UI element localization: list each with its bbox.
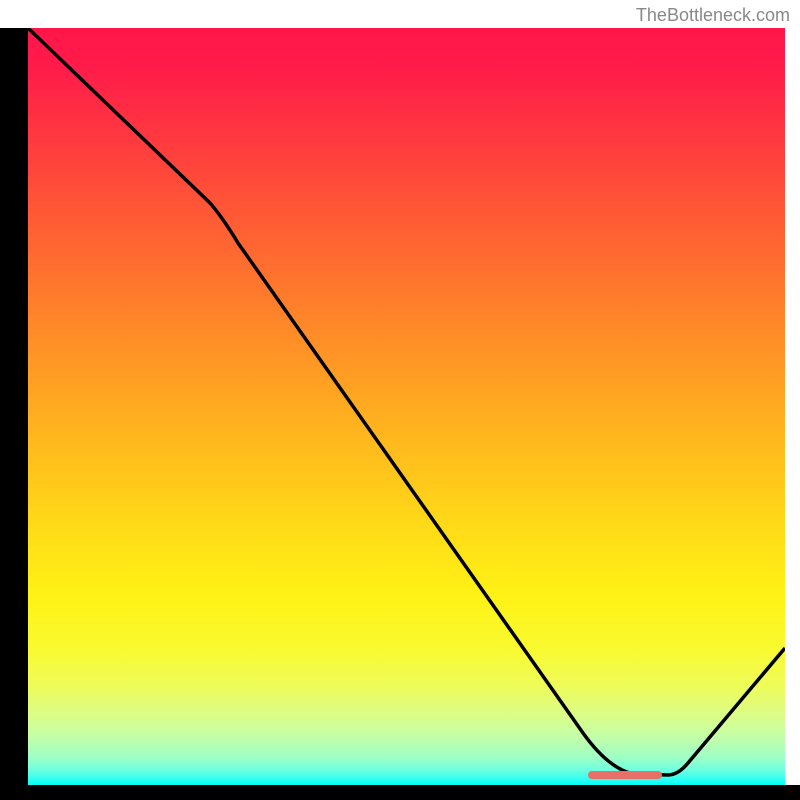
line-curve — [28, 28, 785, 785]
watermark-text: TheBottleneck.com — [636, 5, 790, 26]
highlight-marker — [588, 771, 662, 779]
chart-plot-area — [28, 28, 785, 785]
y-axis — [0, 28, 28, 785]
x-axis — [0, 785, 800, 800]
